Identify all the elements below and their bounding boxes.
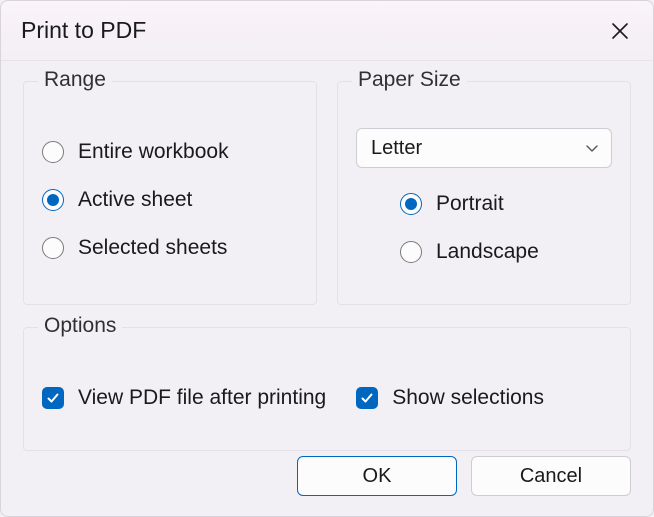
checkbox-icon: [42, 387, 64, 409]
radio-icon: [42, 141, 64, 163]
cancel-button[interactable]: Cancel: [471, 456, 631, 496]
button-label: Cancel: [520, 465, 582, 488]
checkbox-label: View PDF file after printing: [78, 386, 326, 410]
button-label: OK: [363, 465, 392, 488]
radio-label: Landscape: [436, 240, 539, 264]
options-legend: Options: [38, 314, 122, 338]
option-view-pdf-after[interactable]: View PDF file after printing: [42, 374, 326, 422]
top-row: Range Entire workbook Active sheet Selec…: [23, 81, 631, 305]
options-row: View PDF file after printing Show select…: [42, 374, 612, 422]
radio-label: Entire workbook: [78, 140, 229, 164]
radio-label: Portrait: [436, 192, 504, 216]
paper-size-dropdown[interactable]: Letter: [356, 128, 612, 168]
range-selected-sheets[interactable]: Selected sheets: [42, 224, 298, 272]
paper-size-legend: Paper Size: [352, 68, 467, 92]
radio-label: Active sheet: [78, 188, 192, 212]
radio-icon: [42, 189, 64, 211]
range-legend: Range: [38, 68, 112, 92]
paper-size-fieldset: Paper Size Letter Portrait Landscape: [337, 81, 631, 305]
radio-icon: [400, 193, 422, 215]
range-fieldset: Range Entire workbook Active sheet Selec…: [23, 81, 317, 305]
orientation-portrait[interactable]: Portrait: [400, 180, 612, 228]
radio-icon: [400, 241, 422, 263]
paper-size-value: Letter: [371, 137, 422, 160]
checkbox-label: Show selections: [392, 386, 544, 410]
checkbox-icon: [356, 387, 378, 409]
dialog-title: Print to PDF: [21, 17, 146, 44]
titlebar: Print to PDF: [1, 1, 653, 61]
orientation-options: Portrait Landscape: [356, 180, 612, 276]
option-show-selections[interactable]: Show selections: [356, 374, 544, 422]
orientation-landscape[interactable]: Landscape: [400, 228, 612, 276]
range-active-sheet[interactable]: Active sheet: [42, 176, 298, 224]
dialog-print-to-pdf: Print to PDF Range Entire workbook Activ…: [0, 0, 654, 517]
range-entire-workbook[interactable]: Entire workbook: [42, 128, 298, 176]
radio-label: Selected sheets: [78, 236, 227, 260]
chevron-down-icon: [585, 141, 599, 155]
dialog-content: Range Entire workbook Active sheet Selec…: [1, 61, 653, 451]
options-fieldset: Options View PDF file after printing Sho…: [23, 327, 631, 451]
radio-icon: [42, 237, 64, 259]
close-icon: [611, 22, 629, 40]
ok-button[interactable]: OK: [297, 456, 457, 496]
button-bar: OK Cancel: [297, 456, 631, 496]
close-button[interactable]: [605, 16, 635, 46]
